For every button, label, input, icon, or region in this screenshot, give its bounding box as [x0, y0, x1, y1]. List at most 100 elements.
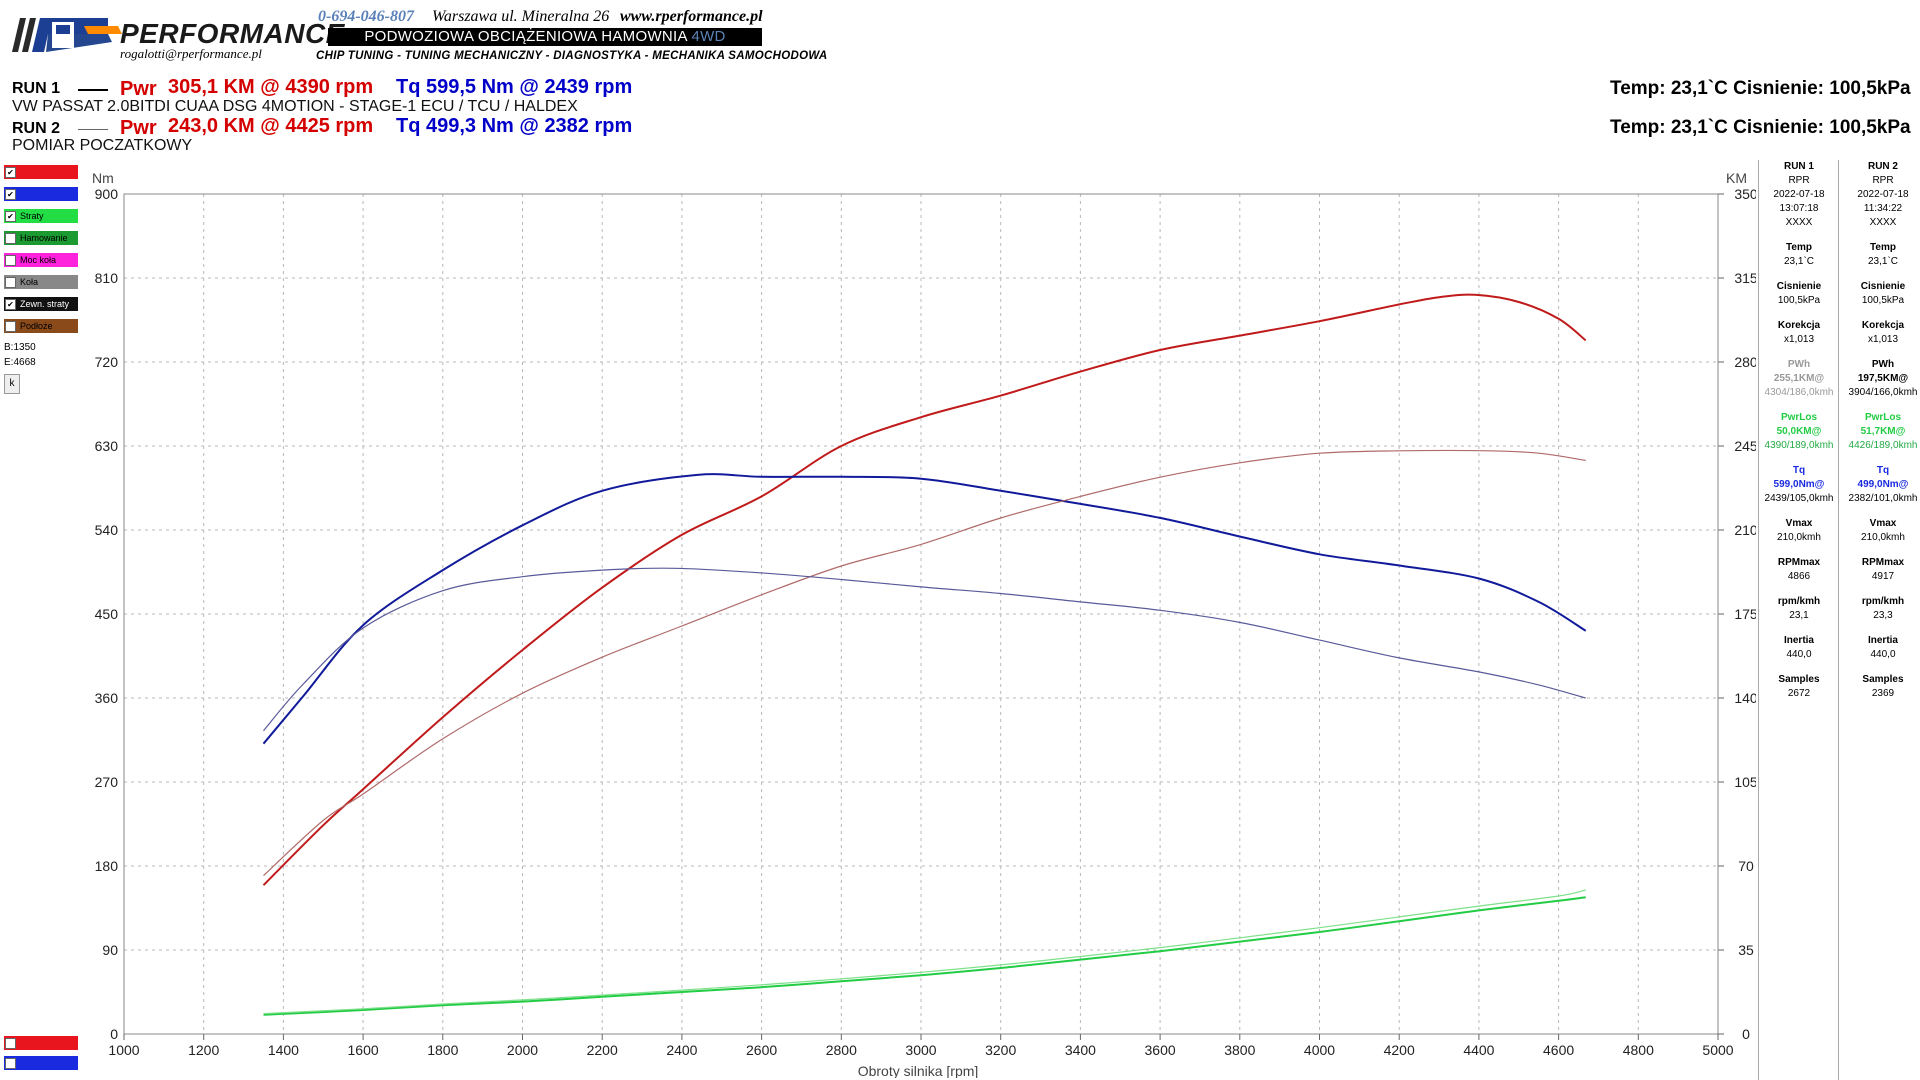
panel-text: 255,1KM@	[1773, 373, 1825, 384]
legend-checkbox[interactable]	[5, 321, 16, 332]
banner-main: PODWOZIOWA OBCIĄŻENIOWA HAMOWNIA	[364, 28, 692, 45]
run2-line-sample	[78, 129, 108, 130]
panel-text: Cisnienie	[1860, 281, 1906, 292]
panel-text: 23,1`C	[1867, 256, 1898, 267]
y-right-tick-label: 140	[1734, 690, 1756, 706]
legend-checkbox[interactable]	[5, 277, 16, 288]
series-line-4	[263, 896, 1586, 1016]
panel-text: Tq	[1876, 465, 1890, 476]
panel-block: RUN 1 RPR 2022-07-18 13:07:18 XXXX	[1759, 160, 1839, 230]
series-line-5	[263, 889, 1586, 1015]
x-tick-label: 2600	[746, 1042, 777, 1058]
legend-label: Tq	[20, 189, 31, 199]
panel-text: Cisnienie	[1776, 281, 1822, 292]
legend-bottom-item-1[interactable]	[4, 1056, 78, 1070]
legend-item-1[interactable]: ✔ Tq	[4, 187, 78, 201]
legend-checkbox[interactable]: ✔	[5, 167, 16, 178]
panel-text: 599,0Nm@	[1773, 479, 1825, 490]
legend-item-2[interactable]: ✔ Straty	[4, 209, 78, 223]
panel-text: Vmax	[1869, 518, 1897, 529]
legend-checkbox[interactable]	[5, 1058, 16, 1069]
x-tick-label: 5000	[1702, 1042, 1733, 1058]
x-tick-label: 2400	[666, 1042, 697, 1058]
y-left-tick-label: 450	[95, 606, 119, 622]
header-services: CHIP TUNING - TUNING MECHANICZNY - DIAGN…	[316, 50, 828, 62]
legend-checkbox[interactable]	[5, 1038, 16, 1049]
y-right-tick-label: 35	[1738, 942, 1754, 958]
panel-text: 23,3	[1873, 610, 1893, 621]
panel-text: PWh	[1787, 359, 1811, 370]
panel-text: Temp	[1870, 242, 1896, 253]
panel-text: 2022-07-18	[1857, 189, 1909, 200]
panel-text: PWh	[1871, 359, 1895, 370]
panel-text: 2672	[1787, 688, 1811, 699]
legend-label: Hamowanie	[20, 233, 68, 243]
y-right-tick-label: 70	[1738, 858, 1754, 874]
panel-text: 440,0	[1870, 649, 1896, 660]
legend-checkbox[interactable]: ✔	[5, 211, 16, 222]
k-button[interactable]: k	[4, 374, 20, 394]
dyno-chart: 1000 1200 1400 1600 1800 2000 2200 2400 2600 2800…	[92, 170, 1756, 1078]
x-tick-label: 4800	[1623, 1042, 1654, 1058]
chart-axes: 1000 1200 1400 1600 1800 2000 2200 2400 2600 2800…	[95, 186, 1756, 1058]
legend-label: Pwr	[20, 167, 36, 177]
panel-text: RUN 2	[1867, 161, 1898, 172]
y-right-tick-label: 105	[1734, 774, 1756, 790]
panel-text: Tq	[1792, 465, 1806, 476]
run1-line-sample	[78, 89, 108, 91]
y-left-tick-label: 810	[95, 270, 119, 286]
legend-checkbox[interactable]	[5, 255, 16, 266]
panel-text: 210,0kmh	[1861, 532, 1905, 543]
series-line-0	[262, 293, 1587, 886]
panel-text: Korekcja	[1861, 320, 1905, 331]
legend-checkbox[interactable]: ✔	[5, 189, 16, 200]
legend-checkbox[interactable]: ✔	[5, 299, 16, 310]
legend-label: Podłoże	[20, 321, 53, 331]
panel-text: 2369	[1871, 688, 1895, 699]
x-tick-label: 1600	[348, 1042, 379, 1058]
x-tick-label: 3200	[985, 1042, 1016, 1058]
legend-item-0[interactable]: ✔ Pwr	[4, 165, 78, 179]
legend-item-6[interactable]: ✔ Zewn. straty	[4, 297, 78, 311]
legend-checkbox[interactable]	[5, 233, 16, 244]
y-right-axis-label: KM	[1726, 170, 1747, 186]
legend-item-3[interactable]: Hamowanie	[4, 231, 78, 245]
panel-text: 4917	[1871, 571, 1895, 582]
panel-text: 4866	[1787, 571, 1811, 582]
x-tick-label: 4600	[1543, 1042, 1574, 1058]
legend-label: Zewn. straty	[20, 299, 70, 309]
panel-block: Vmax 210,0kmh	[1843, 517, 1920, 545]
y-left-tick-label: 630	[95, 438, 119, 454]
panel-block: PWh 197,5KM@ 3904/166,0kmh	[1843, 358, 1920, 400]
panel-block: Korekcja x1,013	[1843, 319, 1920, 347]
run2-label: RUN 2	[12, 120, 61, 137]
legend-bottom-item-0[interactable]	[4, 1036, 78, 1050]
x-tick-label: 4200	[1384, 1042, 1415, 1058]
panel-block: RUN 2 RPR 2022-07-18 11:34:22 XXXX	[1843, 160, 1920, 230]
panel-text: PwrLos	[1780, 412, 1818, 423]
x-tick-label: 3800	[1224, 1042, 1255, 1058]
panel-text: RPMmax	[1861, 557, 1905, 568]
panel-block: Samples 2369	[1843, 673, 1920, 701]
panel-text: XXXX	[1869, 217, 1897, 228]
x-tick-label: 2800	[826, 1042, 857, 1058]
x-tick-label: 3400	[1065, 1042, 1096, 1058]
panel-block: PWh 255,1KM@ 4304/186,0kmh	[1759, 358, 1839, 400]
x-tick-label: 2200	[587, 1042, 618, 1058]
company-logo	[12, 18, 122, 52]
panel-text: RPMmax	[1777, 557, 1821, 568]
panel-text: 23,1	[1789, 610, 1809, 621]
y-left-tick-label: 90	[102, 942, 118, 958]
panel-text: 51,7KM@	[1860, 426, 1906, 437]
legend-item-7[interactable]: Podłoże	[4, 319, 78, 333]
panel-text: RPR	[1872, 175, 1894, 186]
panel-block: PwrLos 51,7KM@ 4426/189,0kmh	[1843, 411, 1920, 453]
legend-item-4[interactable]: Moc koła	[4, 253, 78, 267]
panel-text: RUN 1	[1783, 161, 1814, 172]
panel-text: PwrLos	[1864, 412, 1902, 423]
legend-item-5[interactable]: Koła	[4, 275, 78, 289]
panel-text: Vmax	[1785, 518, 1813, 529]
run1-conditions: Temp: 23,1`C Cisnienie: 100,5kPa	[1610, 78, 1911, 99]
run-info-panel: RUN 1 RPR 2022-07-18 13:07:18 XXXX Temp 23,1`C…	[1758, 160, 1920, 1080]
panel-block: Temp 23,1`C	[1759, 241, 1839, 269]
